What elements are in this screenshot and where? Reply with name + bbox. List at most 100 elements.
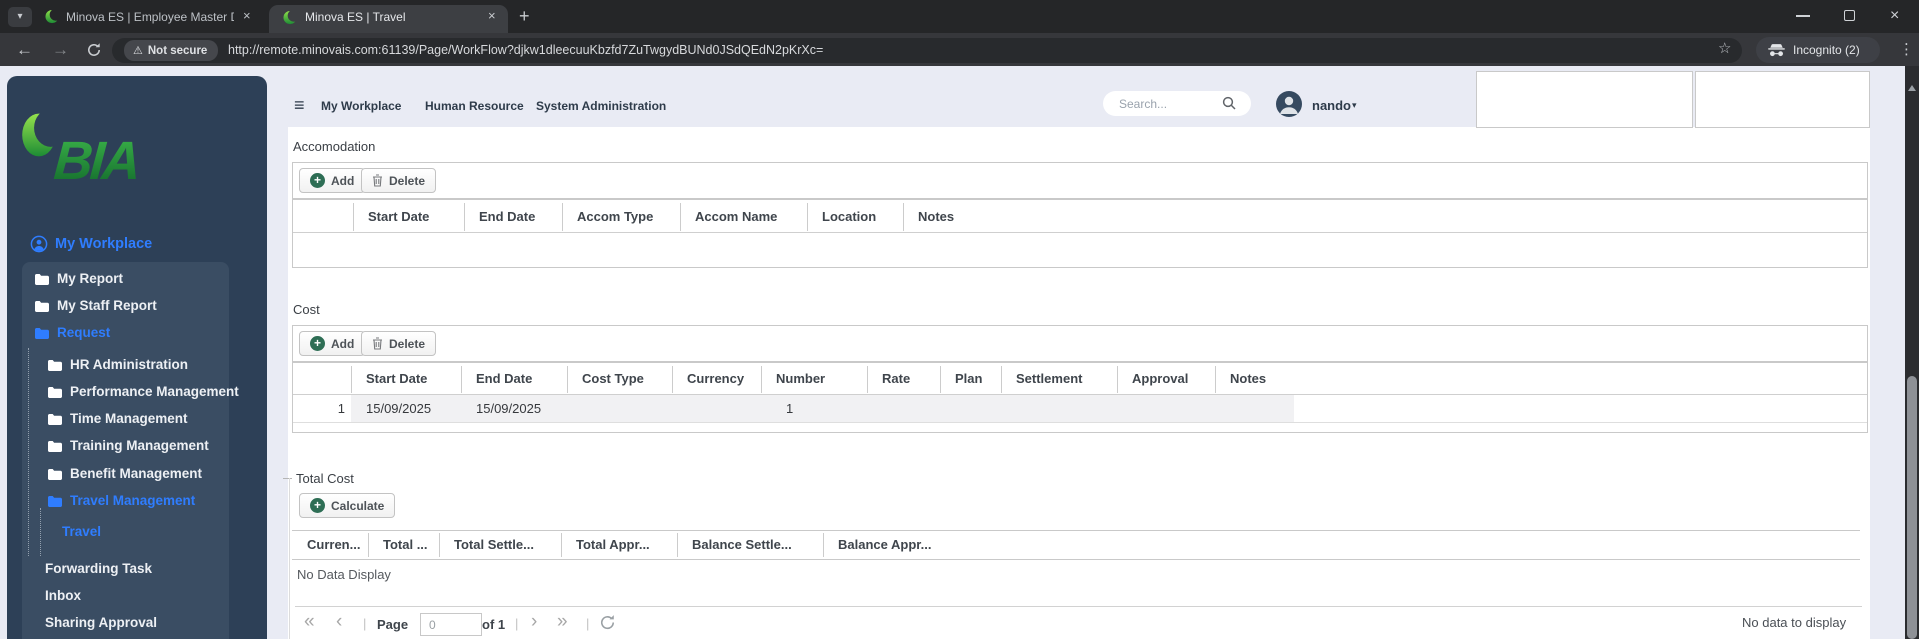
trash-icon	[372, 174, 383, 187]
accomodation-add-button[interactable]: + Add	[299, 168, 366, 193]
sidebar-item-time-management[interactable]: Time Management	[70, 411, 188, 426]
column-header[interactable]: Total Appr...	[576, 537, 650, 552]
incognito-icon	[1767, 43, 1786, 57]
site-favicon-leaf-icon	[283, 10, 298, 25]
number-cell: 1	[786, 401, 794, 416]
sidebar-item-training-management[interactable]: Training Management	[70, 438, 209, 453]
accomodation-section-title: Accomodation	[293, 139, 376, 154]
tab-close-icon[interactable]: ×	[243, 9, 251, 23]
refresh-icon[interactable]	[599, 614, 616, 636]
prev-page-icon[interactable]: ‹	[336, 612, 342, 631]
plus-circle-icon: +	[310, 173, 325, 188]
sidebar-item-sharing-approval[interactable]: Sharing Approval	[45, 615, 157, 630]
column-header[interactable]: Approval	[1132, 371, 1188, 386]
window-maximize-button[interactable]	[1844, 10, 1855, 21]
first-page-icon[interactable]: «	[304, 612, 315, 631]
sidebar-item-benefit-management[interactable]: Benefit Management	[70, 466, 202, 481]
column-divider	[677, 533, 678, 557]
window-close-button[interactable]: ×	[1890, 7, 1899, 25]
global-search	[1103, 91, 1251, 116]
folder-icon	[48, 412, 62, 430]
column-header[interactable]: Curren...	[307, 537, 360, 552]
column-header[interactable]: Currency	[687, 371, 744, 386]
pager-separator: |	[515, 616, 519, 631]
column-header[interactable]: Notes	[918, 209, 954, 224]
browser-tab-inactive[interactable]: Minova ES | Employee Master D ×	[37, 0, 263, 33]
column-divider	[567, 366, 568, 393]
tab-search-button[interactable]: ▾	[8, 7, 32, 27]
last-page-icon[interactable]: »	[557, 612, 568, 631]
chevron-down-icon[interactable]: ▾	[1352, 100, 1357, 111]
hamburger-menu-icon[interactable]: ≡	[294, 95, 305, 116]
accomodation-delete-button[interactable]: Delete	[361, 168, 437, 193]
forward-icon[interactable]: →	[52, 41, 69, 59]
pager-separator: |	[363, 616, 367, 631]
security-chip[interactable]: ⚠ Not secure	[124, 40, 218, 61]
sidebar-item-travel[interactable]: Travel	[62, 524, 101, 539]
column-divider	[353, 203, 354, 231]
user-name[interactable]: nando	[1312, 98, 1351, 113]
bia-logo-text: BIA	[51, 131, 141, 191]
column-header[interactable]: Accom Type	[577, 209, 653, 224]
search-input[interactable]	[1117, 94, 1221, 114]
sidebar-item-inbox[interactable]: Inbox	[45, 588, 81, 603]
sidebar-item-my-report[interactable]: My Report	[57, 271, 123, 286]
calculate-button[interactable]: + Calculate	[299, 493, 396, 518]
column-header[interactable]: Settlement	[1016, 371, 1082, 386]
menu-item-human-resource[interactable]: Human Resource	[425, 99, 524, 113]
column-header[interactable]: Number	[776, 371, 825, 386]
overflow-menu-icon[interactable]: ⋮	[1899, 40, 1914, 58]
column-header[interactable]: Accom Name	[695, 209, 777, 224]
header-aux-panel	[1695, 71, 1870, 128]
scrollbar-up-arrow-icon[interactable]	[1908, 85, 1916, 91]
cost-delete-button[interactable]: Delete	[361, 331, 437, 356]
sidebar-item-hr-administration[interactable]: HR Administration	[70, 357, 188, 372]
incognito-badge[interactable]: Incognito (2)	[1756, 37, 1880, 63]
page-number-input[interactable]	[420, 613, 482, 636]
cost-toolbar	[292, 325, 1868, 362]
user-avatar[interactable]	[1276, 91, 1302, 117]
new-tab-button[interactable]: +	[519, 7, 530, 25]
sidebar-item-my-workplace[interactable]: My Workplace	[55, 236, 152, 252]
column-header[interactable]: Start Date	[368, 209, 429, 224]
bookmark-star-icon[interactable]: ☆	[1718, 39, 1731, 57]
next-page-icon[interactable]: ›	[531, 612, 537, 631]
window-minimize-button[interactable]	[1796, 15, 1810, 17]
column-divider	[1001, 366, 1002, 393]
column-header[interactable]: Total Settle...	[454, 537, 534, 552]
reload-icon[interactable]	[86, 42, 102, 58]
column-header[interactable]: End Date	[476, 371, 532, 386]
search-icon[interactable]	[1222, 96, 1236, 115]
column-header[interactable]: Location	[822, 209, 876, 224]
cost-add-button[interactable]: + Add	[299, 331, 366, 356]
column-header[interactable]: Cost Type	[582, 371, 644, 386]
back-icon[interactable]: ←	[16, 41, 33, 59]
column-header[interactable]: Plan	[955, 371, 982, 386]
sidebar-item-forwarding-task[interactable]: Forwarding Task	[45, 561, 152, 576]
column-header[interactable]: Notes	[1230, 371, 1266, 386]
incognito-label: Incognito (2)	[1793, 43, 1860, 57]
sidebar-item-travel-management[interactable]: Travel Management	[70, 493, 195, 508]
folder-icon	[35, 299, 49, 317]
total-cost-section-title: Total Cost	[296, 471, 354, 486]
screen: ▾ Minova ES | Employee Master D × Minova…	[0, 0, 1919, 639]
column-header[interactable]: Total ...	[383, 537, 428, 552]
sidebar-item-performance-management[interactable]: Performance Management	[70, 384, 239, 399]
column-header[interactable]: Balance Appr...	[838, 537, 931, 552]
folder-icon	[48, 358, 62, 376]
tab-close-icon[interactable]: ×	[488, 9, 496, 23]
scrollbar-thumb[interactable]	[1907, 376, 1917, 639]
menu-item-system-administration[interactable]: System Administration	[536, 99, 666, 113]
column-header[interactable]: Balance Settle...	[692, 537, 792, 552]
sidebar-item-request[interactable]: Request	[57, 325, 110, 340]
no-data-to-display-text: No data to display	[1742, 615, 1847, 630]
column-divider	[903, 203, 904, 231]
menu-item-my-workplace[interactable]: My Workplace	[321, 99, 401, 113]
column-header[interactable]: Start Date	[366, 371, 427, 386]
sidebar-item-my-staff-report[interactable]: My Staff Report	[57, 298, 157, 313]
tree-guide-line	[28, 348, 29, 556]
column-header[interactable]: End Date	[479, 209, 535, 224]
column-header[interactable]: Rate	[882, 371, 910, 386]
row-number-cell: 1	[337, 401, 345, 416]
add-button-label: Add	[331, 173, 355, 188]
